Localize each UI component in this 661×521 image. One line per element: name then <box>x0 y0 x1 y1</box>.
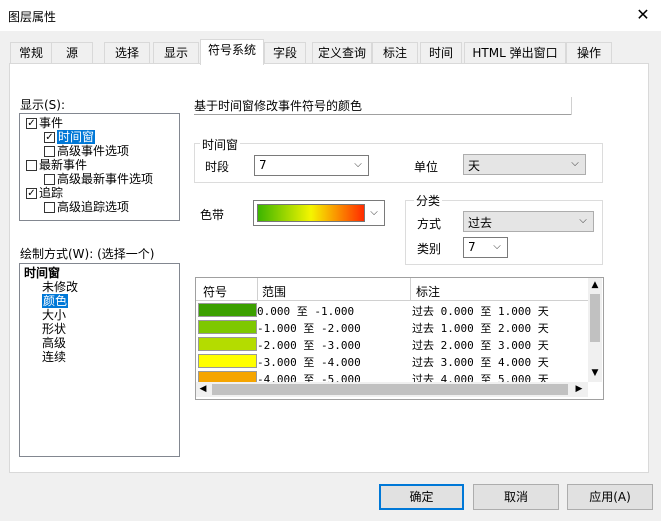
unit-combo[interactable]: 天 ⌵ <box>463 154 586 175</box>
range-cell: -2.000 至 -3.000 <box>257 339 361 352</box>
label-cell: 过去 1.000 至 2.000 天 <box>412 322 549 335</box>
scroll-right-icon[interactable]: ▶ <box>572 382 586 397</box>
draw-item-advanced[interactable]: 高级 <box>42 336 66 350</box>
symbol-swatch[interactable] <box>198 354 257 368</box>
tab-actions[interactable]: 操作 <box>566 42 612 63</box>
classes-label: 类别 <box>417 242 442 256</box>
chevron-down-icon[interactable]: ⌵ <box>351 157 365 173</box>
tab-labels[interactable]: 标注 <box>372 42 418 63</box>
vertical-scrollbar[interactable]: ▲ ▼ <box>588 278 602 382</box>
symbol-swatch[interactable] <box>198 303 257 317</box>
method-label: 方式 <box>417 217 442 231</box>
description-edge <box>571 97 572 115</box>
period-label: 时段 <box>205 160 230 174</box>
table-header: 符号 范围 标注 <box>196 278 588 301</box>
scroll-down-icon[interactable]: ▼ <box>588 366 602 380</box>
unit-label: 单位 <box>414 160 439 174</box>
checkbox-unchecked-icon[interactable] <box>44 146 55 157</box>
scroll-left-icon[interactable]: ◀ <box>196 382 210 397</box>
show-label: 显示(S): <box>20 98 66 112</box>
header-divider[interactable] <box>410 278 411 300</box>
tree-item-events[interactable]: ✓ 事件 <box>26 116 63 130</box>
checkbox-unchecked-icon[interactable] <box>26 160 37 171</box>
color-ramp-combo[interactable]: ⌵ <box>253 200 385 226</box>
checkbox-unchecked-icon[interactable] <box>44 202 55 213</box>
close-icon[interactable]: ✕ <box>632 4 654 26</box>
tab-source[interactable]: 源 <box>51 42 93 63</box>
checkbox-checked-icon[interactable]: ✓ <box>44 132 55 143</box>
header-symbol[interactable]: 符号 <box>203 283 227 300</box>
show-tree: ✓ 事件 ✓ 时间窗 高级事件选项 最新事件 高级最新事件选项 ✓ 追踪 高级追踪选项 <box>19 113 180 221</box>
checkbox-checked-icon[interactable]: ✓ <box>26 188 37 199</box>
symbol-table: 符号 范围 标注 0.000 至 -1.000 过去 0.000 至 1.000… <box>195 277 604 400</box>
tab-display[interactable]: 显示 <box>153 42 199 63</box>
color-ramp-label: 色带 <box>200 208 225 222</box>
checkbox-checked-icon[interactable]: ✓ <box>26 118 37 129</box>
draw-group-header: 时间窗 <box>24 266 61 280</box>
chevron-down-icon[interactable]: ⌵ <box>576 213 590 229</box>
table-row[interactable]: -1.000 至 -2.000 过去 1.000 至 2.000 天 <box>196 319 588 335</box>
chevron-down-icon[interactable]: ⌵ <box>367 205 381 221</box>
draw-item-unmodified[interactable]: 未修改 <box>42 280 78 294</box>
draw-item-shape[interactable]: 形状 <box>42 322 66 336</box>
tree-item-time-window[interactable]: ✓ 时间窗 <box>44 130 96 144</box>
period-combo[interactable]: 7 ⌵ <box>254 155 369 176</box>
apply-button[interactable]: 应用(A) <box>567 484 653 510</box>
symbol-swatch[interactable] <box>198 337 257 351</box>
draw-method-label: 绘制方式(W): (选择一个) <box>20 247 155 261</box>
tab-definition-query[interactable]: 定义查询 <box>312 42 372 63</box>
chevron-down-icon[interactable]: ⌵ <box>490 239 504 255</box>
header-label[interactable]: 标注 <box>416 283 440 300</box>
symbol-swatch[interactable] <box>198 320 257 334</box>
description-underline <box>194 114 571 115</box>
header-divider[interactable] <box>257 278 258 300</box>
tree-item-latest-events[interactable]: 最新事件 <box>26 158 87 172</box>
chevron-down-icon[interactable]: ⌵ <box>568 156 582 172</box>
horizontal-scrollbar[interactable]: ◀ ▶ <box>196 382 588 397</box>
range-cell: -1.000 至 -2.000 <box>257 322 361 335</box>
tab-general[interactable]: 常规 <box>10 42 52 63</box>
tab-selection[interactable]: 选择 <box>104 42 150 63</box>
tree-item-tracks[interactable]: ✓ 追踪 <box>26 186 63 200</box>
draw-method-list: 时间窗 未修改 颜色 大小 形状 高级 连续 <box>19 263 180 457</box>
description-text: 基于时间窗修改事件符号的颜色 <box>194 99 363 113</box>
range-cell: -3.000 至 -4.000 <box>257 356 361 369</box>
tab-html-popup[interactable]: HTML 弹出窗口 <box>464 42 566 63</box>
checkbox-unchecked-icon[interactable] <box>44 174 55 185</box>
table-row[interactable]: -2.000 至 -3.000 过去 2.000 至 3.000 天 <box>196 336 588 352</box>
tab-fields[interactable]: 字段 <box>264 42 306 63</box>
tree-item-advanced-event-options[interactable]: 高级事件选项 <box>44 144 129 158</box>
header-range[interactable]: 范围 <box>262 283 286 300</box>
color-ramp-swatch <box>257 204 365 222</box>
draw-item-size[interactable]: 大小 <box>42 308 66 322</box>
table-row[interactable]: 0.000 至 -1.000 过去 0.000 至 1.000 天 <box>196 302 588 318</box>
draw-item-color[interactable]: 颜色 <box>42 294 69 308</box>
ok-button[interactable]: 确定 <box>379 484 464 510</box>
range-cell: 0.000 至 -1.000 <box>257 305 355 318</box>
label-cell: 过去 2.000 至 3.000 天 <box>412 339 549 352</box>
vertical-scroll-thumb[interactable] <box>590 294 600 342</box>
label-cell: 过去 0.000 至 1.000 天 <box>412 305 549 318</box>
scroll-up-icon[interactable]: ▲ <box>588 278 602 292</box>
tab-time[interactable]: 时间 <box>420 42 462 63</box>
window-title: 图层属性 <box>8 10 57 24</box>
title-bar: 图层属性 ✕ <box>0 0 661 31</box>
draw-item-continuous[interactable]: 连续 <box>42 350 66 364</box>
tree-item-advanced-latest-options[interactable]: 高级最新事件选项 <box>44 172 153 186</box>
horizontal-scroll-thumb[interactable] <box>212 384 568 395</box>
time-window-group-label: 时间窗 <box>200 136 241 153</box>
table-row[interactable]: -3.000 至 -4.000 过去 3.000 至 4.000 天 <box>196 353 588 369</box>
classes-combo[interactable]: 7 ⌵ <box>463 237 508 258</box>
tab-symbology[interactable]: 符号系统 <box>200 39 264 65</box>
cancel-button[interactable]: 取消 <box>473 484 559 510</box>
method-combo[interactable]: 过去 ⌵ <box>463 211 594 232</box>
label-cell: 过去 3.000 至 4.000 天 <box>412 356 549 369</box>
tree-item-advanced-track-options[interactable]: 高级追踪选项 <box>44 200 129 214</box>
classification-group-label: 分类 <box>414 192 443 209</box>
